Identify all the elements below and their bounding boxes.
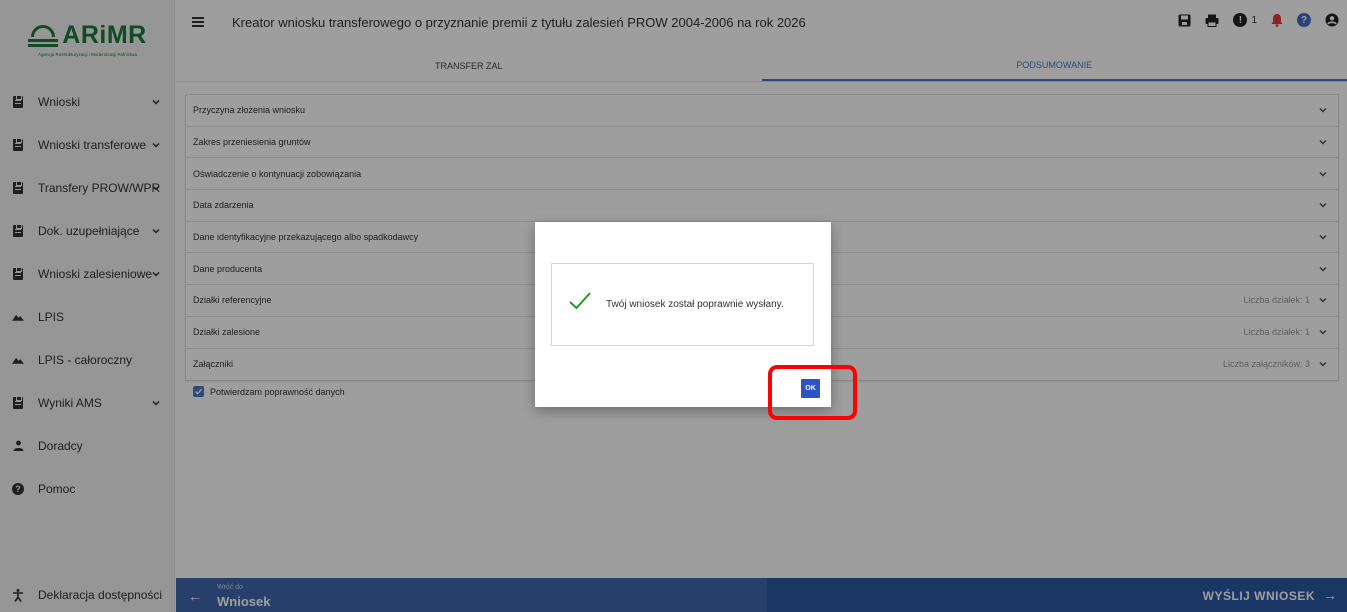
dialog-message: Twój wniosek został poprawnie wysłany. — [606, 299, 784, 310]
ok-button[interactable]: OK — [801, 379, 820, 398]
checkmark-icon — [569, 291, 591, 309]
success-dialog: Twój wniosek został poprawnie wysłany. O… — [535, 222, 831, 407]
app-root: ARiMR Agencja Restrukturyzacji i Moderni… — [0, 0, 1347, 612]
message-box: Twój wniosek został poprawnie wysłany. — [551, 263, 814, 346]
